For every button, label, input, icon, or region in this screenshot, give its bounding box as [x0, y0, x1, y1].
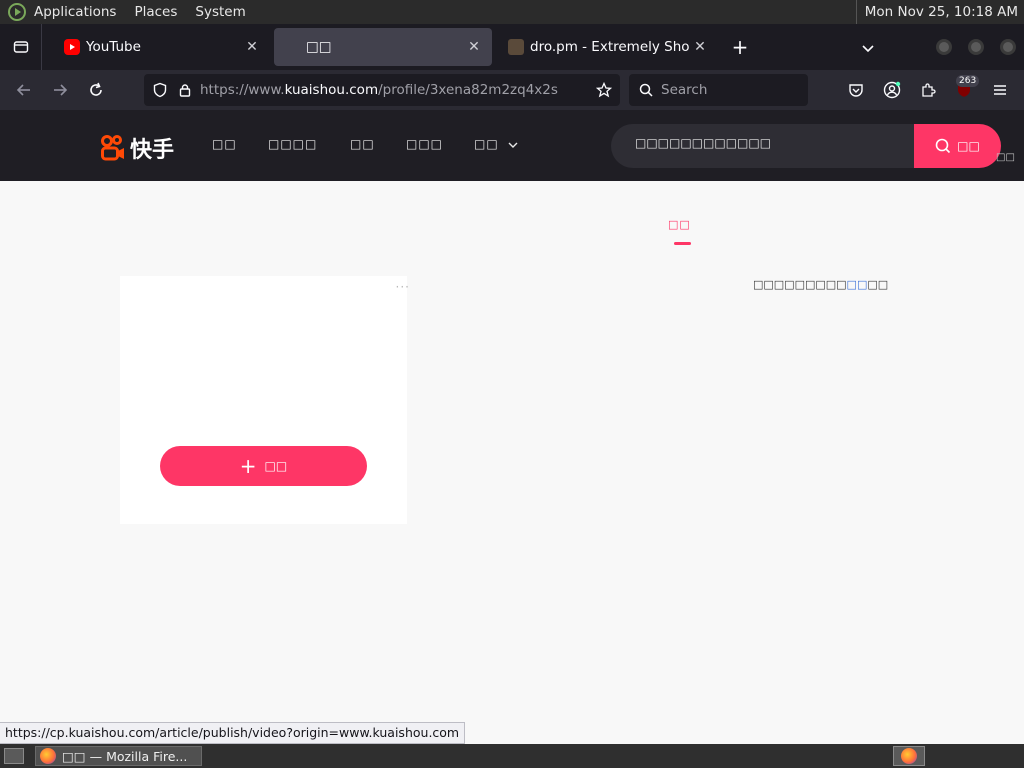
- account-icon: [883, 81, 901, 99]
- search-icon: [639, 83, 653, 97]
- firefox-view-button[interactable]: [0, 24, 42, 70]
- logo-text: 快手: [130, 138, 175, 163]
- puzzle-icon: [922, 83, 936, 97]
- nav-item-1[interactable]: □□: [212, 137, 237, 151]
- site-search-input[interactable]: [635, 136, 905, 150]
- show-desktop-icon[interactable]: [4, 748, 24, 764]
- taskbar-window-title: □□ — Mozilla Fire...: [62, 748, 188, 764]
- menu-system[interactable]: System: [195, 4, 245, 20]
- shield-icon[interactable]: [152, 82, 168, 98]
- hamburger-menu-icon: [994, 85, 1006, 95]
- site-search-button-label: □□: [957, 139, 980, 153]
- nav-item-4[interactable]: □□□: [406, 137, 443, 151]
- header-side-link[interactable]: □□: [996, 152, 1015, 163]
- link-status-url: https://cp.kuaishou.com/article/publish/…: [0, 722, 466, 744]
- plus-icon: +: [239, 454, 257, 478]
- maximize-window-button[interactable]: [968, 39, 984, 55]
- upload-button-label: □□: [264, 459, 288, 473]
- upload-card: ··· + □□: [120, 276, 410, 524]
- web-search-bar[interactable]: [629, 74, 808, 106]
- extensions-button[interactable]: [914, 76, 942, 104]
- browser-tab-strip: YouTube ✕ □□ ✕ dro.pm - Extremely Short …: [0, 24, 1024, 70]
- notice-tail: □□: [867, 278, 889, 291]
- nav-item-5-label: □□: [474, 137, 499, 151]
- url-text[interactable]: https://www.kuaishou.com/profile/3xena82…: [200, 82, 558, 98]
- notice-text: □□□□□□□□□: [753, 278, 847, 291]
- site-search-button[interactable]: □□: [914, 124, 1001, 168]
- tab-title: YouTube: [86, 39, 141, 55]
- back-arrow-icon: [16, 84, 30, 96]
- reload-icon: [90, 82, 102, 96]
- extension-badge-count: 263: [956, 75, 980, 87]
- firefox-icon: [901, 748, 917, 764]
- taskbar-firefox-window[interactable]: □□ — Mozilla Fire...: [35, 746, 202, 766]
- minimize-window-button[interactable]: [936, 39, 952, 55]
- chevron-down-icon: [862, 45, 874, 53]
- forward-arrow-icon: [54, 84, 68, 96]
- url-domain: kuaishou.com: [284, 82, 379, 98]
- profile-notice: □□□□□□□□□□□□□: [753, 278, 888, 291]
- site-search-box: □□: [611, 124, 1001, 168]
- menu-applications[interactable]: Applications: [34, 4, 116, 20]
- bookmark-star-icon[interactable]: [596, 82, 612, 98]
- new-tab-button[interactable]: +: [728, 36, 752, 60]
- reload-button[interactable]: [82, 76, 110, 104]
- nav-item-2[interactable]: □□□□: [268, 137, 317, 151]
- nav-item-5[interactable]: □□: [474, 137, 518, 151]
- address-bar[interactable]: https://www.kuaishou.com/profile/3xena82…: [144, 74, 620, 106]
- firefox-view-icon: [13, 41, 28, 53]
- close-tab-icon[interactable]: ✕: [690, 37, 710, 57]
- close-window-button[interactable]: [1000, 39, 1016, 55]
- navigation-toolbar: https://www.kuaishou.com/profile/3xena82…: [0, 70, 1024, 110]
- upload-video-button[interactable]: + □□: [160, 446, 367, 486]
- desktop-top-panel: Applications Places System Mon Nov 25, 1…: [0, 0, 1024, 24]
- firefox-icon: [40, 748, 56, 764]
- back-button[interactable]: [10, 76, 38, 104]
- workspace-switcher[interactable]: [893, 746, 925, 766]
- web-search-input[interactable]: [661, 82, 801, 98]
- pocket-icon: [849, 84, 863, 97]
- pocket-button[interactable]: [842, 76, 870, 104]
- panel-clock[interactable]: Mon Nov 25, 10:18 AM: [855, 0, 1018, 24]
- desktop-taskbar: □□ — Mozilla Fire...: [0, 744, 1024, 768]
- nav-item-3[interactable]: □□: [350, 137, 375, 151]
- notice-link[interactable]: □□: [847, 278, 868, 291]
- desktop-menu-logo-icon[interactable]: [8, 3, 26, 21]
- url-path: /profile/3xena82m2zq4x2s: [378, 82, 558, 98]
- active-tab-indicator: [674, 242, 691, 245]
- account-button[interactable]: [878, 76, 906, 104]
- tab-kuaishou[interactable]: □□ ✕: [274, 28, 492, 66]
- tab-title: □□: [306, 39, 332, 55]
- close-tab-icon[interactable]: ✕: [464, 37, 484, 57]
- list-all-tabs-button[interactable]: [856, 36, 880, 60]
- chevron-down-icon: [508, 142, 518, 148]
- tab-dropm[interactable]: dro.pm - Extremely Short Li ✕: [498, 28, 718, 66]
- profile-tab-active[interactable]: □□: [668, 218, 691, 231]
- close-tab-icon[interactable]: ✕: [242, 37, 262, 57]
- kuaishou-logo[interactable]: 快手: [100, 132, 174, 164]
- forward-button[interactable]: [46, 76, 74, 104]
- app-menu-button[interactable]: [986, 76, 1014, 104]
- more-options-icon[interactable]: ···: [396, 280, 410, 294]
- dropm-favicon: [508, 39, 524, 55]
- tab-youtube[interactable]: YouTube ✕: [50, 28, 270, 66]
- search-icon: [935, 138, 951, 154]
- url-prefix: https://www.: [200, 82, 285, 98]
- lock-icon[interactable]: [178, 83, 192, 97]
- menu-places[interactable]: Places: [134, 4, 177, 20]
- youtube-icon: [64, 39, 80, 55]
- kuaishou-logo-icon: [100, 134, 126, 162]
- kuaishou-favicon: [284, 39, 300, 55]
- site-header: 快手 □□ □□□□ □□ □□□ □□ □□ □□: [0, 110, 1024, 181]
- tab-title: dro.pm - Extremely Short Li: [530, 39, 690, 55]
